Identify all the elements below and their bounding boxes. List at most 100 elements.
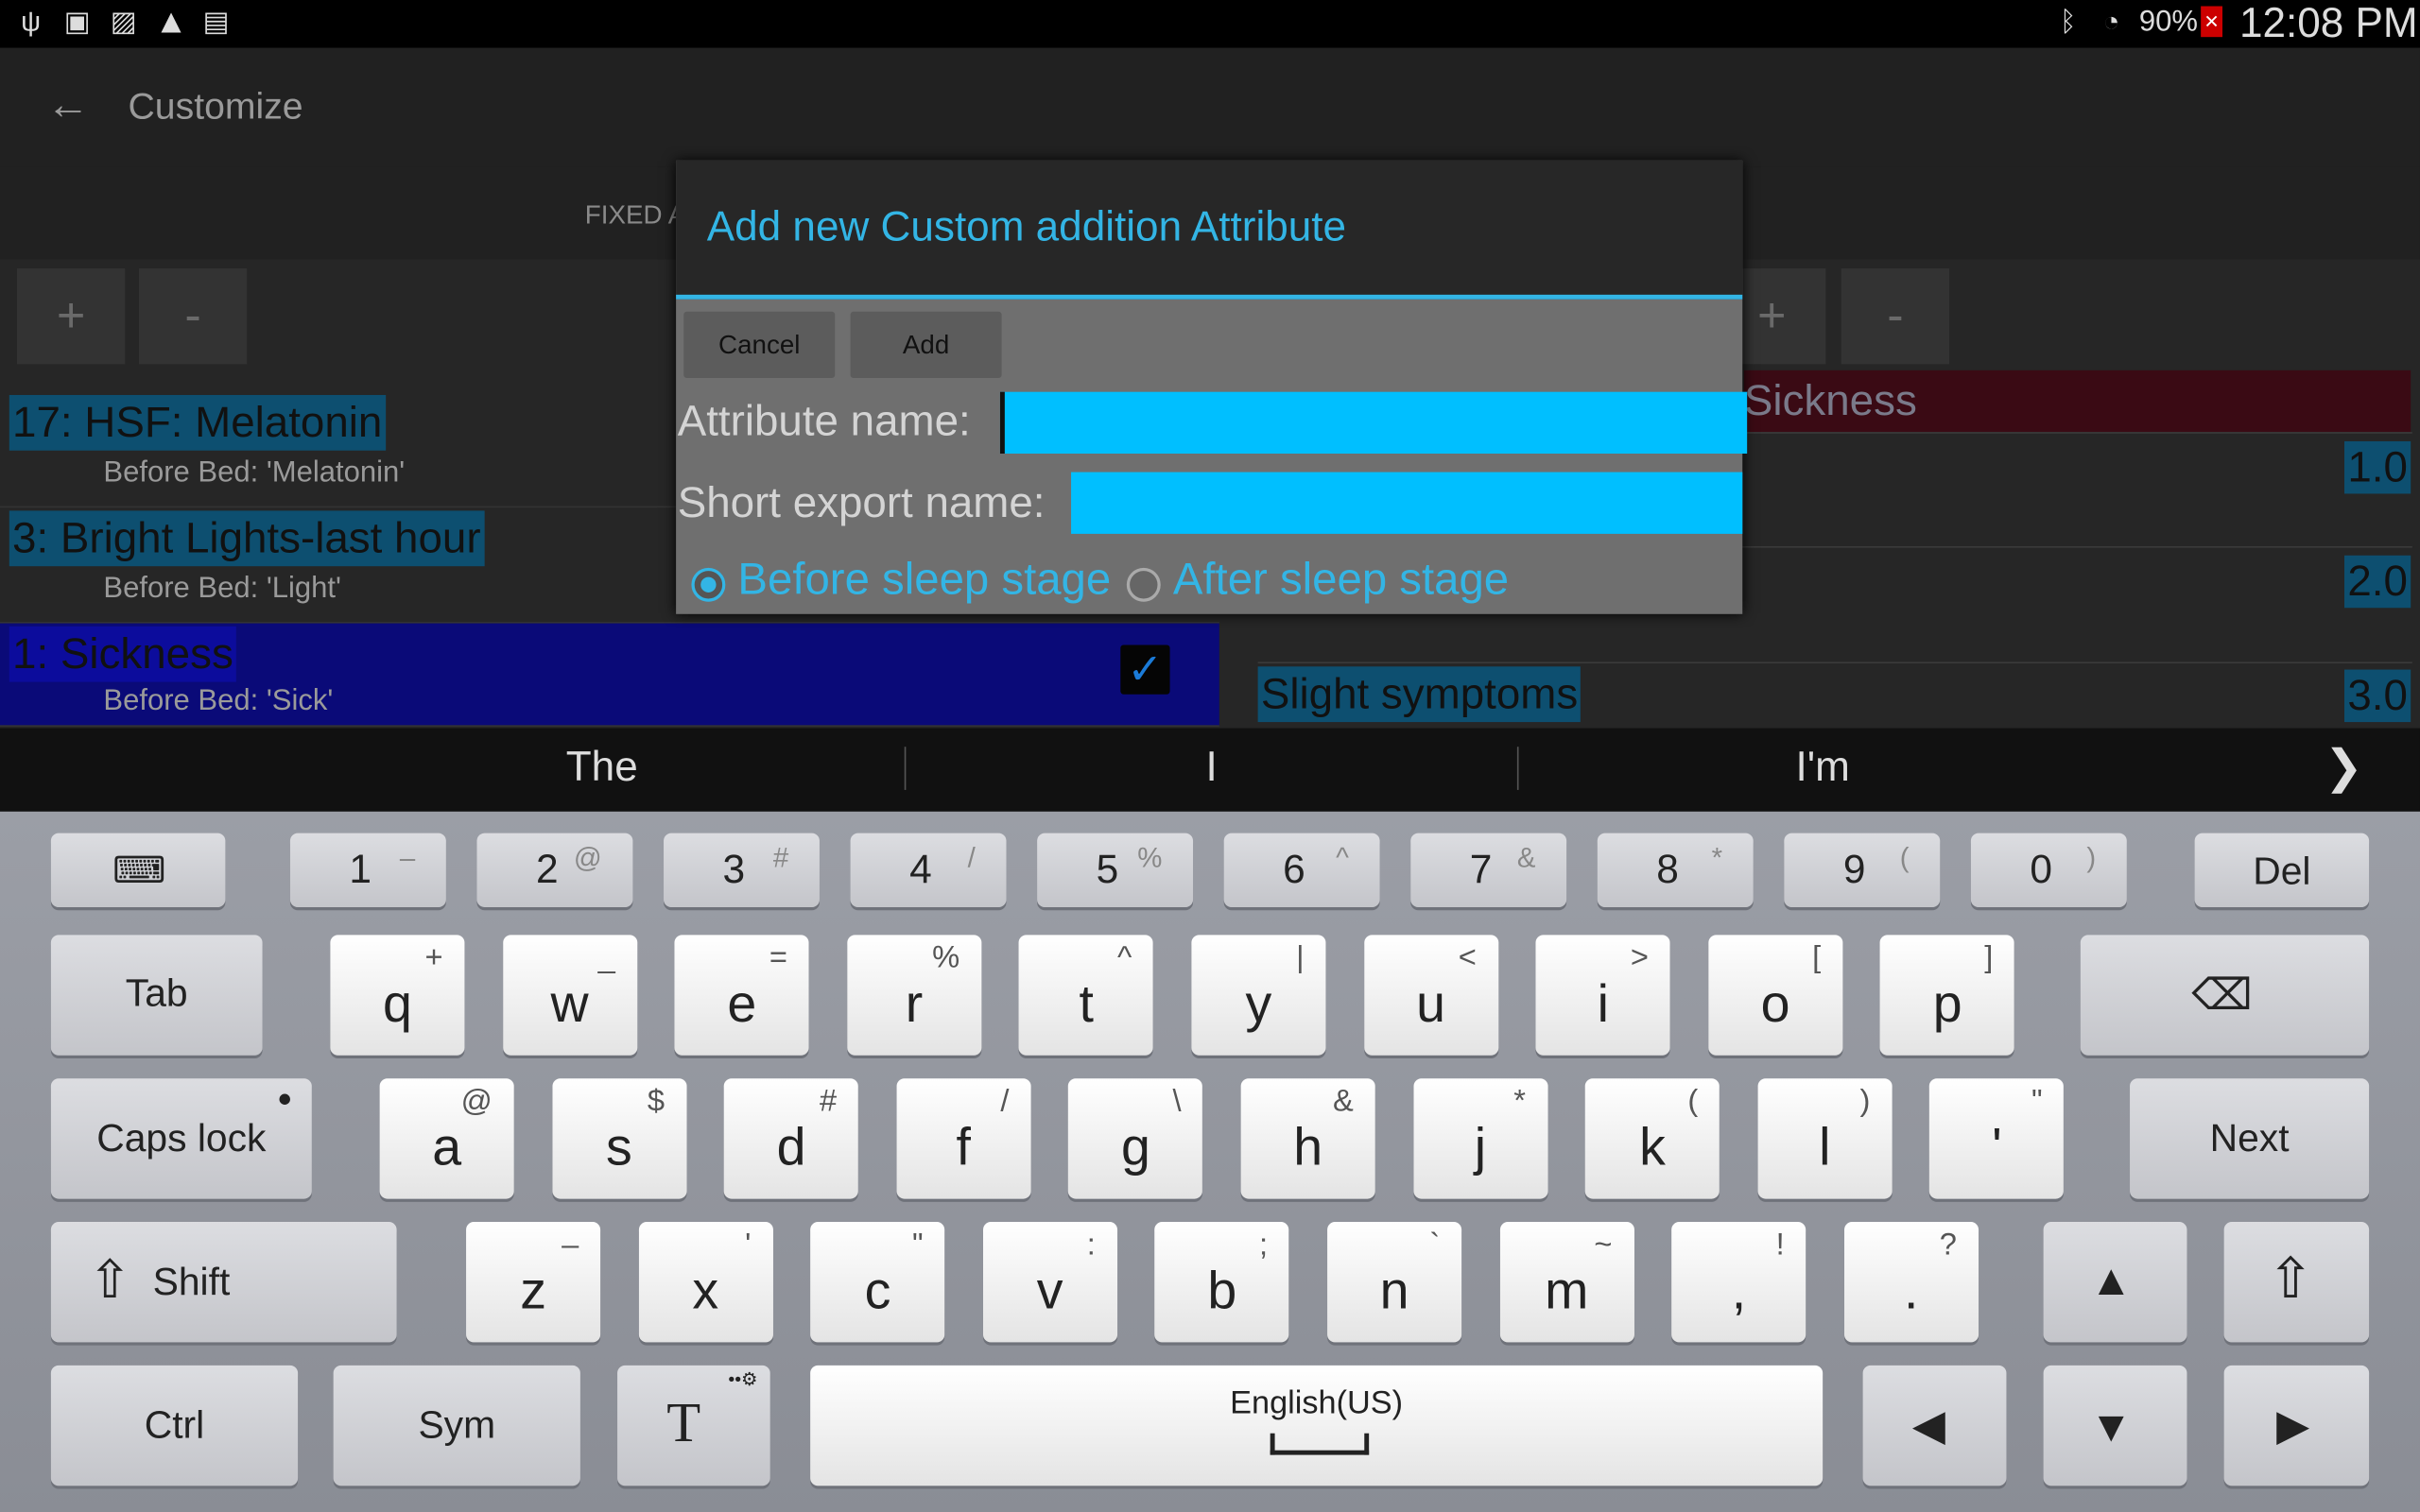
left-plus-button[interactable]: +	[16, 268, 126, 365]
hide-keyboard-key[interactable]: ⌨	[50, 833, 226, 907]
letter-key[interactable]: v:	[982, 1222, 1117, 1343]
letter-key[interactable]: q +	[330, 935, 465, 1056]
letter-key[interactable]: d #	[724, 1078, 859, 1199]
letter-key[interactable]: u <	[1363, 935, 1498, 1056]
letter-key[interactable]: y |	[1191, 935, 1326, 1056]
letter-key[interactable]: h &	[1240, 1078, 1375, 1199]
number-key-label: 3	[722, 845, 746, 892]
letter-key[interactable]: c "	[810, 1222, 945, 1343]
next-key[interactable]: Next	[2130, 1078, 2370, 1199]
letter-key[interactable]: a @	[379, 1078, 514, 1199]
letter-key[interactable]: b;	[1154, 1222, 1289, 1343]
short-export-name-input[interactable]	[1071, 472, 1743, 534]
space-language-label: English(US)	[1230, 1385, 1404, 1421]
letter-key[interactable]: r%	[846, 935, 982, 1056]
number-key-secondary: )	[2086, 842, 2097, 874]
letter-key[interactable]: k(	[1585, 1078, 1720, 1199]
before-sleep-label[interactable]: Before sleep stage	[737, 556, 1111, 607]
ctrl-key[interactable]: Ctrl	[50, 1365, 299, 1486]
cursor-up-key[interactable]: ▲	[2043, 1222, 2187, 1343]
arrow-down-icon: ▼	[2089, 1402, 2133, 1451]
tab-fixed-attributes[interactable]: FIXED A	[585, 200, 685, 232]
letter-key[interactable]: j *	[1412, 1078, 1547, 1199]
letter-key-label: .	[1903, 1262, 1919, 1321]
letter-key-label: f	[956, 1118, 971, 1177]
letter-key[interactable]: n `	[1327, 1222, 1462, 1343]
shift-key-label: Shift	[152, 1260, 231, 1304]
letter-key[interactable]: ,!	[1671, 1222, 1806, 1343]
letter-key-secondary: '	[745, 1228, 752, 1263]
number-key-secondary: /	[967, 842, 976, 874]
letter-key[interactable]: z –	[466, 1222, 601, 1343]
number-key[interactable]: 8 *	[1597, 833, 1754, 907]
back-arrow-icon[interactable]: ←	[46, 81, 93, 129]
letter-key[interactable]: s $	[551, 1078, 686, 1199]
ctrl-key-label: Ctrl	[144, 1403, 205, 1448]
number-key[interactable]: 3 #	[664, 833, 820, 907]
letter-key[interactable]: f /	[896, 1078, 1031, 1199]
backspace-key[interactable]: ⌫	[2080, 935, 2370, 1056]
sym-key[interactable]: Sym	[333, 1365, 580, 1486]
short-export-name-label: Short export name:	[677, 478, 1046, 526]
letter-key-secondary: *	[1513, 1084, 1527, 1119]
letter-key[interactable]: i >	[1535, 935, 1670, 1056]
cursor-right-key[interactable]: ▶	[2223, 1365, 2370, 1486]
caps-lock-key[interactable]: Caps lock	[50, 1078, 312, 1199]
cancel-button[interactable]: Cancel	[683, 311, 836, 378]
letter-key-label: p	[1932, 974, 1962, 1034]
number-key[interactable]: 1–	[289, 833, 446, 907]
left-minus-button[interactable]: -	[138, 268, 248, 365]
cursor-down-key[interactable]: ▼	[2043, 1365, 2187, 1486]
letter-key[interactable]: w _	[502, 935, 637, 1056]
letter-key-label: q	[382, 974, 412, 1034]
number-key[interactable]: 7 &	[1410, 833, 1567, 907]
right-minus-button[interactable]: -	[1841, 268, 1950, 365]
space-bar-icon	[1270, 1433, 1370, 1455]
after-sleep-radio[interactable]	[1126, 567, 1161, 602]
number-key[interactable]: 9(	[1784, 833, 1941, 907]
number-key[interactable]: 5%	[1037, 833, 1194, 907]
dialog-title: Add new Custom addition Attribute	[706, 203, 1347, 250]
letter-key-secondary: <	[1458, 940, 1477, 975]
tab-key[interactable]: Tab	[50, 935, 263, 1056]
suggestion-item[interactable]: The	[447, 744, 756, 792]
suggestion-item[interactable]: I	[1057, 744, 1366, 792]
letter-key-label: i	[1597, 974, 1609, 1034]
caps-lock-label: Caps lock	[96, 1117, 267, 1160]
letter-key-label: c	[864, 1262, 891, 1321]
chevron-right-icon[interactable]: ❯	[2325, 741, 2363, 795]
letter-key[interactable]: m ~	[1499, 1222, 1634, 1343]
suggestion-item[interactable]: I'm	[1668, 744, 1978, 792]
list-item-selected[interactable]: 1: Sickness Before Bed: 'Sick' ✓	[0, 623, 1219, 727]
letter-key[interactable]: e =	[674, 935, 809, 1056]
letter-key[interactable]: x '	[638, 1222, 773, 1343]
letter-key[interactable]: l)	[1757, 1078, 1893, 1199]
letter-key[interactable]: p]	[1880, 935, 2015, 1056]
text-edit-key[interactable]: T ••⚙	[617, 1365, 770, 1486]
letter-key[interactable]: o[	[1708, 935, 1843, 1056]
right-shift-key[interactable]: ⇧	[2223, 1222, 2370, 1343]
shift-key[interactable]: ⇧ Shift	[50, 1222, 397, 1343]
suggestion-bar: The I I'm ❯	[0, 728, 2420, 812]
letter-key-label: n	[1379, 1262, 1409, 1321]
letter-key[interactable]: ' "	[1929, 1078, 2065, 1199]
before-sleep-radio[interactable]	[691, 567, 726, 602]
number-key[interactable]: 2 @	[476, 833, 633, 907]
checkbox-checked-icon[interactable]: ✓	[1120, 644, 1170, 695]
cursor-left-key[interactable]: ◀	[1862, 1365, 2007, 1486]
letter-key[interactable]: g \	[1068, 1078, 1203, 1199]
after-sleep-label[interactable]: After sleep stage	[1173, 556, 1509, 607]
letter-key[interactable]: t ^	[1019, 935, 1154, 1056]
divider	[1257, 662, 2412, 664]
add-button[interactable]: Add	[850, 311, 1002, 378]
list-item-title: 17: HSF: Melatonin	[9, 394, 386, 451]
del-key[interactable]: Del	[2194, 833, 2370, 907]
number-key[interactable]: 6 ^	[1223, 833, 1380, 907]
number-key-label: 8	[1656, 845, 1679, 892]
letter-key[interactable]: .?	[1843, 1222, 1979, 1343]
attribute-name-input[interactable]	[999, 391, 1748, 454]
number-key[interactable]: 4/	[850, 833, 1007, 907]
space-key[interactable]: English(US)	[810, 1365, 1824, 1486]
number-key[interactable]: 0)	[1970, 833, 2127, 907]
letter-key-secondary: `	[1429, 1228, 1441, 1263]
